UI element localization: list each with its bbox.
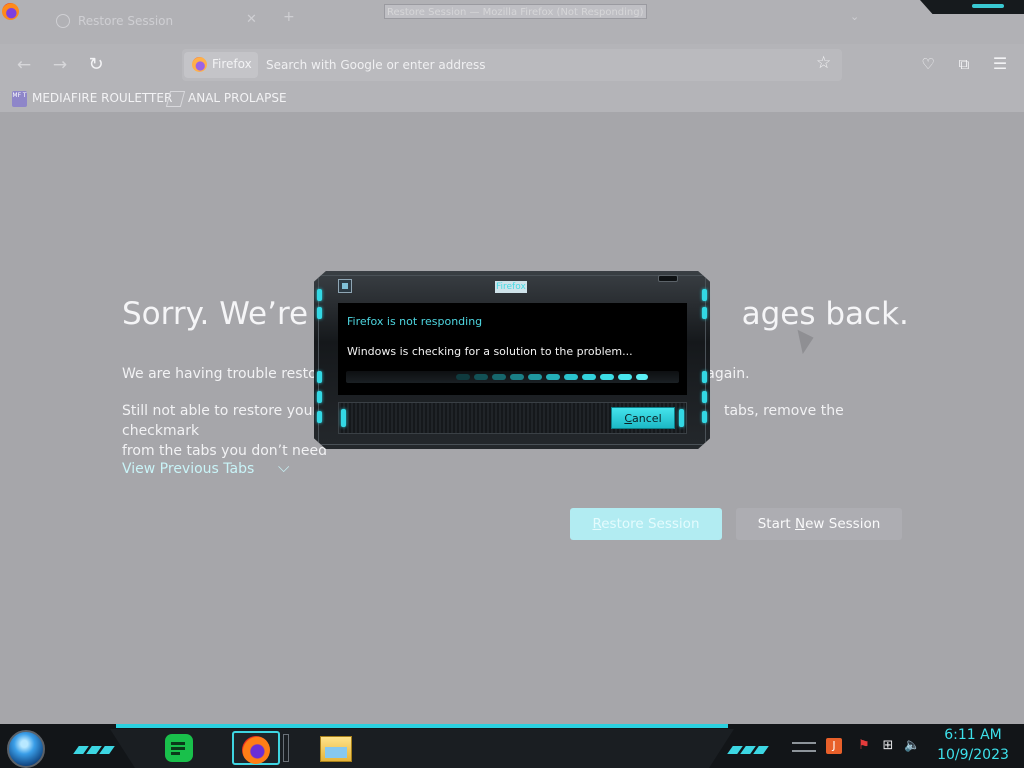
clock-time[interactable]: 6:11 AM [938,727,1008,743]
dialog-led-icon [702,391,707,403]
view-previous-tabs-toggle[interactable]: View Previous Tabs ⌵ [122,458,289,477]
forward-icon[interactable]: → [48,54,72,78]
taskbar-separator [283,734,289,762]
progress-segment [474,374,488,380]
dialog-heading: Firefox is not responding [347,315,483,328]
progress-segment [636,374,648,380]
chevron-down-icon: ⌵ [278,458,290,476]
taskbar: J ⚑ ⊞ 🔈 6:11 AM 10/9/2023 [0,724,1024,768]
address-bar[interactable]: Firefox ☆ [182,49,842,81]
tab-restore-session[interactable]: Restore Session ✕ [44,6,274,38]
bookmark-label: MEDIAFIRE ROULETTER [32,91,173,105]
dialog-led-icon [317,391,322,403]
progress-segment [528,374,542,380]
dialog-app-icon [338,279,352,293]
progress-segment [456,374,470,380]
taskbar-accent-line [116,724,728,728]
dialog-led-icon [702,307,707,319]
hamburger-menu-icon[interactable]: ☰ [990,54,1010,74]
para1-right: again. [706,366,750,382]
java-tray-icon[interactable]: J [826,738,842,754]
bookmark-favicon-icon [165,91,186,107]
window-controls-glow [972,4,1004,8]
footer-led-icon [679,409,684,427]
new-tab-icon[interactable]: + [283,9,295,25]
dialog-title: Firefox [495,281,527,293]
tab-close-icon[interactable]: ✕ [246,12,257,27]
cancel-button[interactable]: Cancel [611,407,675,429]
bookmark-star-icon[interactable]: ☆ [816,53,831,73]
restore-session-button[interactable]: Restore Session [570,508,722,540]
list-all-tabs-icon[interactable]: ⌄ [850,10,859,23]
dialog-led-icon [317,289,322,301]
back-icon[interactable]: ← [12,54,36,78]
action-center-flag-icon[interactable]: ⚑ [856,738,872,754]
para1-left: We are having trouble restori [122,366,327,382]
dialog-message: Windows is checking for a solution to th… [347,345,633,358]
not-responding-dialog: Firefox Firefox is not responding Window… [314,271,710,449]
restore-accesskey: R [592,516,602,532]
window-controls[interactable] [920,0,1024,14]
taskbar-app-file-explorer[interactable] [318,731,362,765]
progress-segment [546,374,560,380]
dialog-led-icon [317,307,322,319]
tab-title: Restore Session [78,14,174,28]
progress-segment [600,374,614,380]
new-session-after: ew Session [805,516,881,532]
tab-favicon-icon [56,14,70,28]
dialog-close-icon[interactable] [658,275,678,282]
restore-label: estore Session [601,516,700,532]
progress-segment [564,374,578,380]
start-button[interactable] [7,730,45,768]
para2-left-line1: Still not able to restore your s [122,403,330,419]
volume-icon[interactable]: 🔈 [904,738,920,754]
progress-segment [582,374,596,380]
taskbar-chevrons-left [73,739,120,754]
dialog-led-icon [317,411,322,423]
folder-icon [320,736,352,762]
title-bar: Restore Session ✕ + Restore Session — Mo… [0,0,1024,44]
firefox-logo-icon [2,3,19,20]
taskbar-app-firefox[interactable] [232,731,280,765]
dialog-led-icon [702,411,707,423]
new-session-before: Start [757,516,795,532]
navigation-toolbar: ← → ↻ Firefox ☆ ♡ ⧉ ☰ [0,44,1024,86]
progress-bar [346,371,679,383]
dialog-body: Firefox is not responding Windows is che… [338,303,687,395]
footer-led-icon [341,409,346,427]
taskbar-app-notes[interactable] [160,731,204,765]
extensions-icon[interactable]: ⧉ [954,54,974,74]
start-new-session-button[interactable]: Start New Session [736,508,902,540]
dialog-led-icon [702,289,707,301]
clock-date[interactable]: 10/9/2023 [934,747,1012,763]
progress-segment [492,374,506,380]
window-title: Restore Session — Mozilla Firefox (Not R… [384,4,647,19]
dialog-led-icon [317,371,322,383]
dialog-led-icon [702,371,707,383]
progress-segment [510,374,524,380]
network-icon[interactable]: ⊞ [880,738,896,754]
firefox-taskbar-icon [242,736,270,764]
reload-icon[interactable]: ↻ [84,54,108,78]
identity-box[interactable]: Firefox [184,52,258,78]
taskbar-chevrons-right [727,739,774,754]
identity-label: Firefox [212,57,252,71]
url-input[interactable] [266,54,786,76]
para2-left-line2: from the tabs you don’t need [122,443,328,459]
view-previous-tabs-label: View Previous Tabs [122,461,255,477]
cancel-label: ancel [632,411,662,425]
headline-right: ages back. [741,296,909,332]
firefox-identity-icon [192,57,207,72]
notes-app-icon [165,734,193,762]
bookmarks-toolbar: MF T MEDIAFIRE ROULETTER ANAL PROLAPSE [0,86,1024,112]
headline-left: Sorry. We’re h [122,296,338,332]
cancel-accesskey: C [624,411,633,425]
new-session-accesskey: N [795,516,806,532]
bookmark-label: ANAL PROLAPSE [188,91,287,105]
mediafire-favicon-icon: MF T [12,91,27,107]
pocket-icon[interactable]: ♡ [918,54,938,74]
show-hidden-icons[interactable] [792,742,816,752]
progress-segment [618,374,632,380]
